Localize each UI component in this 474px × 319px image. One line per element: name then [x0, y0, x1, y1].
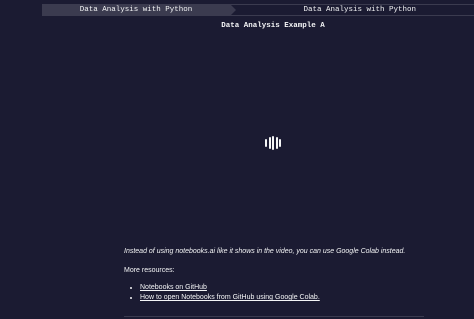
page-title: Data Analysis Example A: [221, 22, 325, 30]
breadcrumb-block[interactable]: Data Analysis with Python: [230, 4, 474, 16]
breadcrumb-superblock[interactable]: Data Analysis with Python: [42, 4, 236, 16]
breadcrumb: Data Analysis with Python Data Analysis …: [42, 4, 474, 16]
list-item: Notebooks on GitHub: [140, 283, 320, 293]
instruction-note: Instead of using notebooks.ai like it sh…: [124, 248, 406, 255]
resources-list: Notebooks on GitHub How to open Notebook…: [124, 283, 320, 303]
open-notebooks-colab-link[interactable]: How to open Notebooks from GitHub using …: [140, 294, 320, 301]
divider: [124, 316, 424, 317]
notebooks-github-link[interactable]: Notebooks on GitHub: [140, 284, 207, 291]
list-item: How to open Notebooks from GitHub using …: [140, 293, 320, 303]
resources-heading: More resources:: [124, 267, 175, 274]
loading-bars-icon: [265, 136, 281, 150]
